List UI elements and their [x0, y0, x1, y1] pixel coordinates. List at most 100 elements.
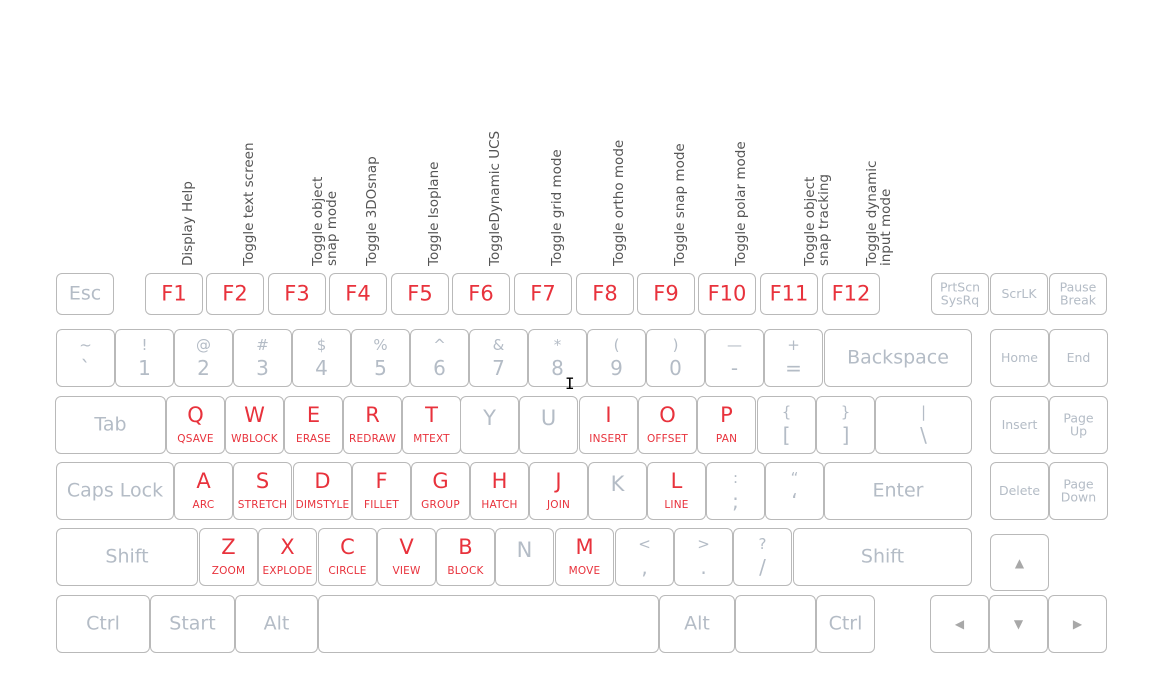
key-u[interactable]: U: [519, 396, 578, 454]
key-backtick[interactable]: ~ `: [56, 329, 115, 387]
key-4[interactable]: $4: [292, 329, 351, 387]
key-t[interactable]: T MTEXT: [402, 396, 461, 454]
key-w[interactable]: W WBLOCK: [225, 396, 284, 454]
arrow-down-icon: ▼: [1013, 617, 1024, 631]
key-5[interactable]: % 5: [351, 329, 410, 387]
key-z[interactable]: Z ZOOM: [199, 528, 258, 586]
key-f[interactable]: F FILLET: [352, 462, 411, 520]
key-f9[interactable]: F9: [637, 273, 695, 315]
key-9[interactable]: (9: [587, 329, 646, 387]
key-f1[interactable]: F1: [145, 273, 203, 315]
key-f10[interactable]: F10: [698, 273, 756, 315]
key-slash[interactable]: ? /: [733, 528, 792, 586]
key-f2[interactable]: F2: [206, 273, 264, 315]
key-v[interactable]: V VIEW: [377, 528, 436, 586]
key-0[interactable]: ) 0: [646, 329, 705, 387]
key-label: F5: [407, 281, 433, 306]
key-f6[interactable]: F6: [452, 273, 510, 315]
key-semicolon[interactable]: :;: [706, 462, 765, 520]
key-a[interactable]: A ARC: [174, 462, 233, 520]
key-label: F2: [222, 281, 248, 306]
key-insert[interactable]: Insert: [990, 396, 1049, 454]
key-left-shift[interactable]: Shift: [56, 528, 198, 586]
key-m[interactable]: M MOVE: [555, 528, 614, 586]
base-symbol: `: [80, 356, 91, 380]
key-r[interactable]: R REDRAW: [343, 396, 402, 454]
key-n[interactable]: N: [495, 528, 554, 586]
key-2[interactable]: @2: [174, 329, 233, 387]
key-enter[interactable]: Enter: [824, 462, 972, 520]
key-caps-lock[interactable]: Caps Lock: [56, 462, 174, 520]
key-label: Ctrl: [86, 612, 120, 635]
key-label-line: Down: [1060, 489, 1097, 504]
key-comma[interactable]: <,: [615, 528, 674, 586]
key-p[interactable]: P PAN: [697, 396, 756, 454]
arrow-left-icon: ◀: [954, 617, 965, 631]
key-backspace[interactable]: Backspace: [824, 329, 972, 387]
key-left-alt[interactable]: Alt: [235, 595, 318, 653]
key-tab[interactable]: Tab: [55, 396, 166, 454]
key-equals[interactable]: + =: [764, 329, 823, 387]
key-label-line: Up: [1069, 423, 1088, 438]
key-end[interactable]: End: [1049, 329, 1108, 387]
key-f5[interactable]: F5: [391, 273, 449, 315]
key-arrow-up[interactable]: ▲: [990, 534, 1049, 591]
key-esc[interactable]: Esc: [56, 273, 114, 315]
key-o[interactable]: O OFFSET: [638, 396, 697, 454]
key-h[interactable]: H HATCH: [470, 462, 529, 520]
key-q[interactable]: Q QSAVE: [166, 396, 225, 454]
key-period[interactable]: >.: [674, 528, 733, 586]
key-3[interactable]: #3: [233, 329, 292, 387]
key-minus[interactable]: — -: [705, 329, 764, 387]
key-space[interactable]: [318, 595, 659, 653]
base-symbol: 3: [256, 356, 269, 380]
key-f12[interactable]: F12: [822, 273, 880, 315]
key-d[interactable]: D DIMSTYLE: [293, 462, 352, 520]
key-prtscn[interactable]: PrtScn SysRq: [931, 273, 989, 315]
arrow-up-icon: ▲: [1014, 555, 1025, 570]
key-home[interactable]: Home: [990, 329, 1049, 387]
key-left-bracket[interactable]: {[: [757, 396, 816, 454]
key-f8[interactable]: F8: [576, 273, 634, 315]
key-right-shift[interactable]: Shift: [793, 528, 972, 586]
key-backslash[interactable]: | \: [875, 396, 972, 454]
key-menu[interactable]: [735, 595, 816, 653]
key-letter: G: [432, 469, 449, 493]
base-symbol: 7: [492, 356, 505, 380]
shift-symbol: %: [373, 336, 388, 354]
key-e[interactable]: E ERASE: [284, 396, 343, 454]
key-right-alt[interactable]: Alt: [659, 595, 735, 653]
key-quote[interactable]: “‘: [765, 462, 824, 520]
key-1[interactable]: ! 1: [115, 329, 174, 387]
key-k[interactable]: K: [588, 462, 647, 520]
key-right-ctrl[interactable]: Ctrl: [816, 595, 875, 653]
key-page-down[interactable]: Page Down: [1049, 462, 1108, 520]
key-j[interactable]: J JOIN: [529, 462, 588, 520]
key-arrow-down[interactable]: ▼: [989, 595, 1048, 653]
key-right-bracket[interactable]: }]: [816, 396, 875, 454]
key-y[interactable]: Y: [460, 396, 519, 454]
key-pause[interactable]: Pause Break: [1049, 273, 1107, 315]
key-delete[interactable]: Delete: [990, 462, 1049, 520]
key-8[interactable]: * 8: [528, 329, 587, 387]
key-f4[interactable]: F4: [329, 273, 387, 315]
key-f3[interactable]: F3: [268, 273, 326, 315]
key-start[interactable]: Start: [150, 595, 235, 653]
key-i[interactable]: I INSERT: [579, 396, 638, 454]
key-l[interactable]: L LINE: [647, 462, 706, 520]
key-page-up[interactable]: Page Up: [1049, 396, 1108, 454]
key-f7[interactable]: F7: [514, 273, 572, 315]
key-6[interactable]: ^ 6: [410, 329, 469, 387]
key-7[interactable]: & 7: [469, 329, 528, 387]
key-s[interactable]: S STRETCH: [233, 462, 292, 520]
key-x[interactable]: X EXPLODE: [258, 528, 317, 586]
key-arrow-right[interactable]: ▶: [1048, 595, 1107, 653]
key-letter: N: [516, 538, 533, 562]
key-g[interactable]: G GROUP: [411, 462, 470, 520]
key-c[interactable]: C CIRCLE: [318, 528, 377, 586]
key-b[interactable]: B BLOCK: [436, 528, 495, 586]
key-arrow-left[interactable]: ◀: [930, 595, 989, 653]
key-scrlk[interactable]: ScrLK: [990, 273, 1048, 315]
key-left-ctrl[interactable]: Ctrl: [56, 595, 150, 653]
key-f11[interactable]: F11: [760, 273, 818, 315]
